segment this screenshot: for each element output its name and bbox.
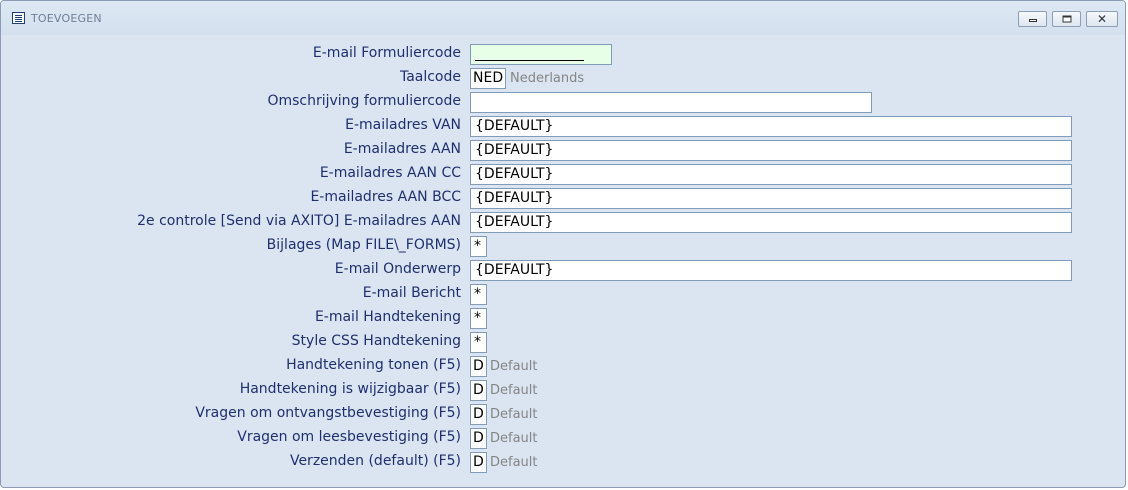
label-emailadres-bcc: E-mailadres AAN BCC: [310, 189, 461, 205]
row-ontvangstbevestiging: Vragen om ontvangstbevestiging (F5) D De…: [1, 403, 1125, 427]
row-omschrijving: Omschrijving formuliercode: [1, 91, 1125, 115]
label-tweede-controle: 2e controle [Send via AXITO] E-mailadres…: [137, 213, 461, 229]
restore-icon: [1062, 15, 1071, 23]
omschrijving-input[interactable]: [470, 92, 872, 113]
label-taalcode: Taalcode: [399, 69, 461, 85]
handtekening-input[interactable]: *: [470, 308, 487, 329]
tweede-controle-input[interactable]: {DEFAULT}: [470, 212, 1072, 233]
wijzigbaar-hint: Default: [490, 383, 538, 398]
verzenden-input[interactable]: D: [470, 452, 487, 473]
label-ontvangstbevestiging: Vragen om ontvangstbevestiging (F5): [195, 405, 461, 421]
bijlages-input[interactable]: *: [470, 236, 487, 257]
onderwerp-input[interactable]: {DEFAULT}: [470, 260, 1072, 281]
row-taalcode: Taalcode NED Nederlands: [1, 67, 1125, 91]
label-handtekening-tonen: Handtekening tonen (F5): [286, 357, 461, 373]
label-formuliercode: E-mail Formuliercode: [312, 45, 461, 61]
row-onderwerp: E-mail Onderwerp {DEFAULT}: [1, 259, 1125, 283]
label-omschrijving: Omschrijving formuliercode: [267, 93, 461, 109]
label-handtekening: E-mail Handtekening: [314, 309, 461, 325]
row-wijzigbaar: Handtekening is wijzigbaar (F5) D Defaul…: [1, 379, 1125, 403]
leesbevestiging-input[interactable]: D: [470, 428, 487, 449]
ontvangstbevestiging-hint: Default: [490, 407, 538, 422]
leesbevestiging-hint: Default: [490, 431, 538, 446]
row-verzenden: Verzenden (default) (F5) D Default: [1, 451, 1125, 475]
window-title: TOEVOEGEN: [31, 12, 102, 25]
title-bar[interactable]: TOEVOEGEN ✕: [1, 1, 1125, 35]
formuliercode-underline: [475, 60, 584, 61]
label-bijlages: Bijlages (Map FILE\_FORMS): [266, 237, 461, 253]
handtekening-tonen-input[interactable]: D: [470, 356, 487, 377]
row-emailadres-bcc: E-mailadres AAN BCC {DEFAULT}: [1, 187, 1125, 211]
verzenden-hint: Default: [490, 455, 538, 470]
row-emailadres-cc: E-mailadres AAN CC {DEFAULT}: [1, 163, 1125, 187]
row-emailadres-aan: E-mailadres AAN {DEFAULT}: [1, 139, 1125, 163]
label-bericht: E-mail Bericht: [362, 285, 461, 301]
close-button[interactable]: ✕: [1086, 11, 1118, 27]
emailadres-bcc-input[interactable]: {DEFAULT}: [470, 188, 1072, 209]
label-leesbevestiging: Vragen om leesbevestiging (F5): [237, 429, 461, 445]
row-formuliercode: E-mail Formuliercode: [1, 43, 1125, 67]
emailadres-cc-input[interactable]: {DEFAULT}: [470, 164, 1072, 185]
style-css-input[interactable]: *: [470, 332, 487, 353]
handtekening-tonen-hint: Default: [490, 359, 538, 374]
row-handtekening: E-mail Handtekening *: [1, 307, 1125, 331]
ontvangstbevestiging-input[interactable]: D: [470, 404, 487, 425]
label-style-css: Style CSS Handtekening: [291, 333, 461, 349]
emailadres-van-input[interactable]: {DEFAULT}: [470, 116, 1072, 137]
label-onderwerp: E-mail Onderwerp: [334, 261, 461, 277]
formuliercode-input[interactable]: [470, 44, 612, 65]
bericht-input[interactable]: *: [470, 284, 487, 305]
wijzigbaar-input[interactable]: D: [470, 380, 487, 401]
minimize-button[interactable]: [1018, 11, 1047, 27]
label-verzenden: Verzenden (default) (F5): [289, 453, 461, 469]
label-emailadres-aan: E-mailadres AAN: [343, 141, 461, 157]
close-icon: ✕: [1096, 12, 1108, 26]
taalcode-input[interactable]: NED: [470, 68, 506, 89]
emailadres-aan-input[interactable]: {DEFAULT}: [470, 140, 1072, 161]
row-handtekening-tonen: Handtekening tonen (F5) D Default: [1, 355, 1125, 379]
form-window: TOEVOEGEN ✕ E-mail Formuliercode Taalcod…: [0, 0, 1126, 488]
row-emailadres-van: E-mailadres VAN {DEFAULT}: [1, 115, 1125, 139]
restore-button[interactable]: [1052, 11, 1081, 27]
label-wijzigbaar: Handtekening is wijzigbaar (F5): [239, 381, 461, 397]
taalcode-description: Nederlands: [510, 71, 585, 86]
minimize-icon: [1028, 16, 1037, 22]
row-leesbevestiging: Vragen om leesbevestiging (F5) D Default: [1, 427, 1125, 451]
window-form-icon: [12, 12, 25, 24]
row-tweede-controle: 2e controle [Send via AXITO] E-mailadres…: [1, 211, 1125, 235]
label-emailadres-cc: E-mailadres AAN CC: [319, 165, 461, 181]
row-bijlages: Bijlages (Map FILE\_FORMS) *: [1, 235, 1125, 259]
label-emailadres-van: E-mailadres VAN: [345, 117, 461, 133]
row-bericht: E-mail Bericht *: [1, 283, 1125, 307]
row-style-css: Style CSS Handtekening *: [1, 331, 1125, 355]
